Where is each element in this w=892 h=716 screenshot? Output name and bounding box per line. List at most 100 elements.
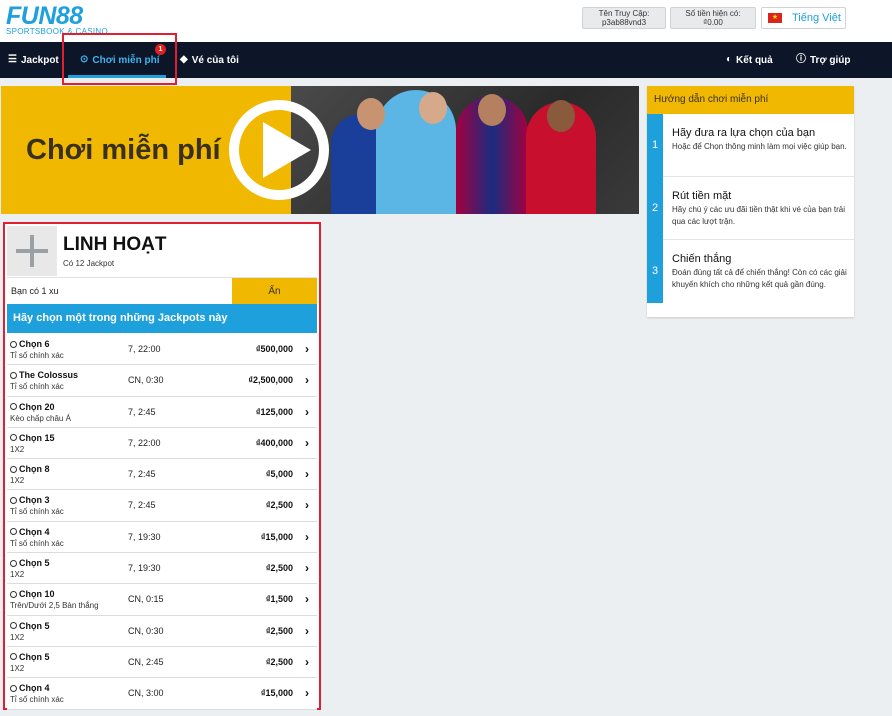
jackpot-row[interactable]: Chọn 3 Tỉ số chính xác 7, 2:45 ₫2,500 › <box>7 490 317 522</box>
balance-box: Số tiền hiện có: ₫0.00 <box>670 7 756 29</box>
jackpot-time: 7, 22:00 <box>128 344 161 354</box>
jackpot-prize: ₫2,500 <box>265 563 293 574</box>
jackpot-prize: ₫400,000 <box>255 437 293 448</box>
top-bar: FUN88 SPORTSBOOK & CASINO Tên Truy Cập: … <box>0 0 892 42</box>
jackpot-row[interactable]: Chọn 5 1X2 CN, 0:30 ₫2,500 › <box>7 615 317 647</box>
nav-free-play-label: Chơi miễn phí <box>92 54 160 66</box>
panel-header: LINH HOẠT Có 12 Jackpot <box>7 226 317 276</box>
jackpot-type: Tỉ số chính xác <box>10 382 64 392</box>
soccer-ball-icon <box>10 559 17 567</box>
jackpot-name: Chọn 5 <box>10 621 50 631</box>
jackpot-time: 7, 19:30 <box>128 563 161 574</box>
chevron-right-icon[interactable]: › <box>305 624 309 638</box>
chevron-right-icon[interactable]: › <box>305 405 309 419</box>
jackpot-name-label: Chọn 15 <box>19 432 55 443</box>
jackpot-name-label: Chọn 5 <box>19 620 50 631</box>
nav-help[interactable]: ⓘ Trợ giúp <box>796 42 850 78</box>
coins-label: Bạn có 1 xu <box>11 286 59 296</box>
jackpot-row[interactable]: Chọn 8 1X2 7, 2:45 ₫5,000 › <box>7 459 317 491</box>
jackpot-panel: LINH HOẠT Có 12 Jackpot Bạn có 1 xu Ẩn H… <box>3 222 321 710</box>
play-circle-icon: ⊙ <box>80 54 89 65</box>
vietnam-flag-icon: ★ <box>768 13 782 23</box>
jackpot-name: Chọn 20 <box>10 402 55 412</box>
jackpot-row[interactable]: The Colossus Tỉ số chính xác CN, 0:30 ₫2,50… <box>7 365 317 397</box>
jackpot-row[interactable]: Chọn 5 1X2 7, 19:30 ₫2,500 › <box>7 553 317 585</box>
jackpot-type: Tỉ số chính xác <box>10 695 64 705</box>
jackpot-prize: ₫15,000 <box>260 688 293 699</box>
jackpot-row[interactable]: Chọn 4 Tỉ số chính xác 7, 19:30 ₫15,000 › <box>7 521 317 554</box>
jackpot-name: Chọn 5 <box>10 558 50 568</box>
active-tab-indicator <box>68 75 166 78</box>
chevron-right-icon[interactable]: › <box>305 498 309 512</box>
soccer-ball-icon <box>10 528 17 536</box>
chevron-right-icon[interactable]: › <box>305 467 309 481</box>
ticket-icon: ◆ <box>180 54 188 65</box>
play-icon <box>263 122 311 178</box>
jackpot-type: Kèo chấp châu Á <box>10 413 71 423</box>
jackpot-name: Chọn 4 <box>10 683 50 693</box>
jackpot-row[interactable]: Chọn 15 1X2 7, 22:00 ₫400,000 › <box>7 427 317 460</box>
jackpot-time: CN, 2:45 <box>128 656 164 667</box>
add-icon[interactable] <box>7 226 57 276</box>
step-number: 1 <box>647 114 663 177</box>
nav-jackpot-label: Jackpot <box>20 54 59 66</box>
jackpot-name-label: Chọn 20 <box>19 401 55 412</box>
jackpot-type: Tỉ số chính xác <box>10 507 64 517</box>
jackpot-row[interactable]: Chọn 10 Trên/Dưới 2,5 Bàn thắng CN, 0:15 ₫1… <box>7 584 317 616</box>
chevron-right-icon[interactable]: › <box>305 530 309 544</box>
jackpot-prize: ₫2,500 <box>265 500 293 511</box>
step-title: Chiến thắng <box>672 253 732 265</box>
player-head <box>547 100 575 132</box>
nav-free-play[interactable]: ⊙ Chơi miễn phí <box>80 42 160 78</box>
chevron-right-icon[interactable]: › <box>305 686 309 700</box>
jackpot-time: CN, 0:30 <box>128 625 164 636</box>
jackpot-time: 7, 2:45 <box>128 469 156 480</box>
chevron-right-icon[interactable]: › <box>305 373 309 387</box>
guide-panel: Hướng dẫn chơi miễn phí 1 Hãy đưa ra lựa… <box>647 86 854 317</box>
jackpot-type: 1X2 <box>10 570 25 580</box>
step-title: Rút tiền mặt <box>672 190 732 202</box>
jackpot-type: 1X2 <box>10 632 25 642</box>
nav-results[interactable]: ◐ Kết quả <box>726 42 773 78</box>
jackpot-name: Chọn 15 <box>10 433 55 443</box>
jackpot-row[interactable]: Chọn 4 Tỉ số chính xác CN, 3:00 ₫15,000 › <box>7 678 317 710</box>
chevron-right-icon[interactable]: › <box>305 655 309 669</box>
panel-title: LINH HOẠT <box>63 234 167 255</box>
guide-step: 1 Hãy đưa ra lựa chọn của bạn Hoặc để Ch… <box>647 114 854 177</box>
soccer-ball-icon <box>10 371 17 379</box>
chevron-right-icon[interactable]: › <box>305 342 309 356</box>
jackpot-name: The Colossus <box>10 370 78 380</box>
jackpot-row[interactable]: Chọn 20 Kèo chấp châu Á 7, 2:45 ₫125,000 › <box>7 396 317 428</box>
nav-results-label: Kết quả <box>736 54 773 66</box>
chevron-right-icon[interactable]: › <box>305 592 309 606</box>
player-head <box>478 94 506 126</box>
step-description: Đoán đúng tất cả để chiến thắng! Còn có … <box>672 268 847 289</box>
jackpot-type: Trên/Dưới 2,5 Bàn thắng <box>10 601 99 611</box>
banner-title: Chơi miễn phí <box>26 134 221 166</box>
info-icon: ⓘ <box>796 54 806 65</box>
jackpot-row[interactable]: Chọn 5 1X2 CN, 2:45 ₫2,500 › <box>7 646 317 679</box>
chevron-right-icon[interactable]: › <box>305 561 309 575</box>
jackpot-prize: ₫15,000 <box>260 531 293 542</box>
balance-label: Số tiền hiện có: <box>685 9 741 18</box>
step-description: Hãy chú ý các ưu đãi tiền thật khi vé củ… <box>672 205 846 226</box>
language-selector[interactable]: ★ Tiếng Việt <box>761 7 846 29</box>
jackpot-time: 7, 2:45 <box>128 406 156 417</box>
fun88-logo[interactable]: FUN88 SPORTSBOOK & CASINO <box>6 3 108 36</box>
jackpot-name: Chọn 10 <box>10 589 55 599</box>
jackpot-time: 7, 19:30 <box>128 531 161 542</box>
nav-my-tickets[interactable]: ◆ Vé của tôi <box>180 42 239 78</box>
jackpot-name: Chọn 4 <box>10 527 50 537</box>
jackpot-name-label: Chọn 8 <box>19 464 50 475</box>
jackpot-row[interactable]: Chọn 6 Tỉ số chính xác 7, 22:00 ₫500,000 › <box>7 334 317 366</box>
jackpot-prize: ₫2,500 <box>265 625 293 636</box>
balance-value: ₫0.00 <box>703 18 723 27</box>
jackpot-time: CN, 3:00 <box>128 688 164 699</box>
results-icon: ◐ <box>726 54 733 65</box>
hide-button[interactable]: Ẩn <box>232 278 317 305</box>
chevron-right-icon[interactable]: › <box>305 436 309 450</box>
player-head <box>357 98 385 130</box>
nav-jackpot[interactable]: ☰ Jackpot <box>8 42 59 78</box>
step-number: 2 <box>647 177 663 240</box>
nav-help-label: Trợ giúp <box>810 54 851 66</box>
